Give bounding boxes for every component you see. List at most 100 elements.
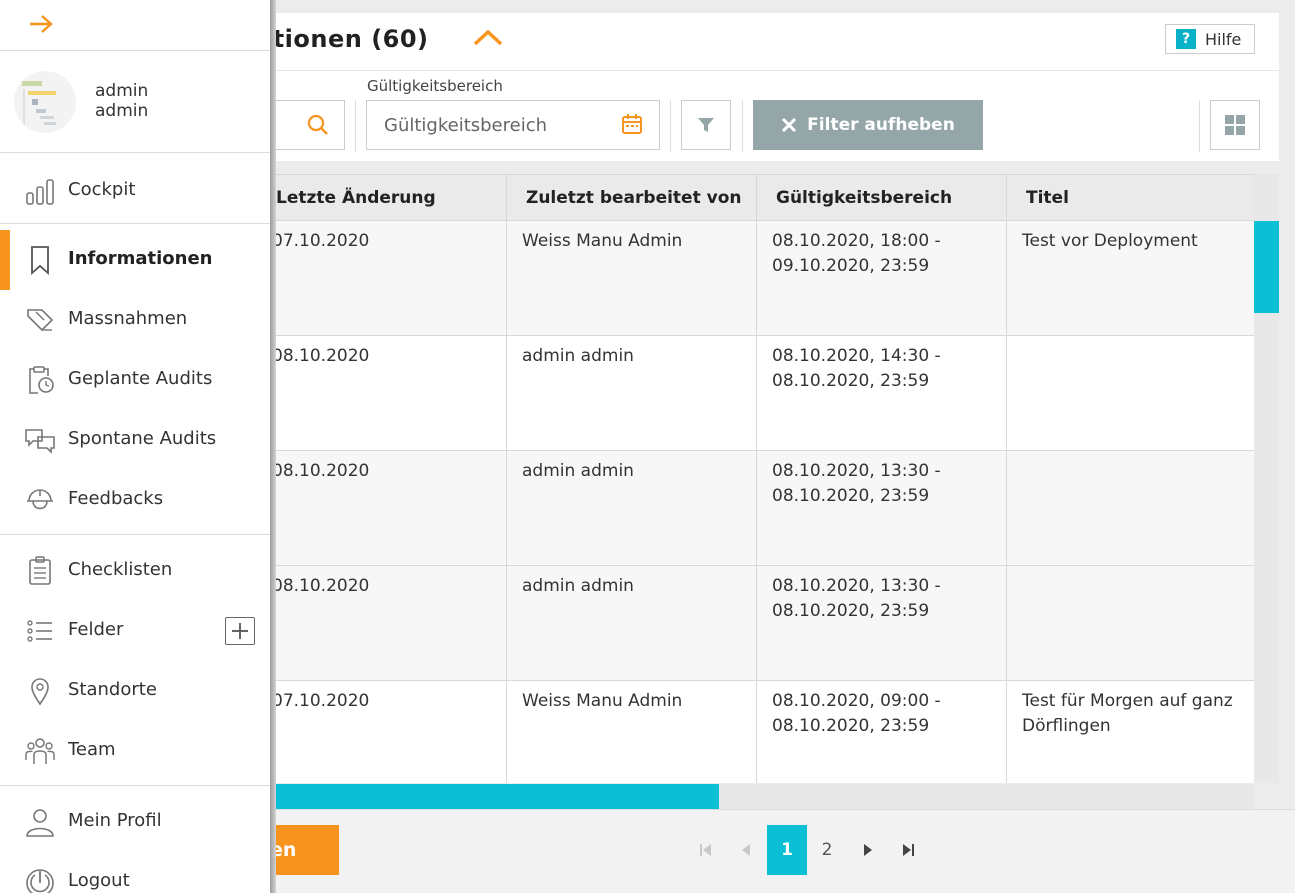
toolbar-divider [355, 100, 356, 152]
sidebar-divider [0, 785, 270, 786]
next-page-icon [864, 844, 872, 856]
help-icon: ? [1176, 29, 1196, 49]
sidebar-item-logout[interactable]: Logout [0, 852, 270, 893]
bookmark-icon [31, 246, 49, 275]
sidebar-item-label: Checklisten [68, 559, 173, 580]
cell-changed: 08.10.2020 [272, 346, 370, 366]
date-filter-label: Gültigkeitsbereich [367, 77, 503, 95]
user-last-name: admin [95, 101, 149, 121]
title-line: Dörflingen [1022, 716, 1111, 736]
first-page-button[interactable] [686, 825, 726, 875]
range-end: 08.10.2020, 23:59 [772, 371, 930, 391]
toolbar-divider [670, 100, 671, 152]
sidebar-item-standorte[interactable]: Standorte [0, 661, 270, 721]
sidebar-item-label: Massnahmen [68, 308, 188, 329]
sidebar-item-label: Geplante Audits [68, 368, 213, 389]
grid-icon [1225, 115, 1245, 135]
sidebar-item-massnahmen[interactable]: Massnahmen [0, 290, 270, 350]
sidebar-item-label: Mein Profil [68, 810, 162, 831]
plus-icon [232, 623, 248, 639]
user-first-name: admin [95, 81, 149, 101]
checklist-icon [29, 556, 51, 585]
cell-range: 08.10.2020, 13:30 - 08.10.2020, 23:59 [772, 459, 941, 509]
calendar-icon[interactable] [621, 113, 643, 135]
last-page-icon [903, 844, 914, 856]
sidebar-item-label: Cockpit [68, 179, 136, 200]
last-page-button[interactable] [888, 825, 928, 875]
power-icon [26, 869, 54, 893]
clear-filter-label: Filter aufheben [807, 115, 955, 135]
sidebar-item-label: Team [68, 739, 116, 760]
range-end: 08.10.2020, 23:59 [772, 601, 930, 621]
sidebar-item-cockpit[interactable]: Cockpit [0, 161, 270, 221]
cell-range: 08.10.2020, 14:30 - 08.10.2020, 23:59 [772, 344, 941, 394]
grid-view-button[interactable] [1210, 100, 1260, 150]
cell-changed: 08.10.2020 [272, 461, 370, 481]
active-indicator [0, 230, 10, 290]
sidebar-item-informationen[interactable]: Informationen [0, 230, 270, 290]
location-pin-icon [31, 678, 49, 706]
cell-range: 08.10.2020, 13:30 - 08.10.2020, 23:59 [772, 574, 941, 624]
sidebar-item-label: Felder [68, 619, 124, 640]
page-title: ationen (60) [256, 25, 429, 53]
cell-changed: 08.10.2020 [272, 576, 370, 596]
help-button[interactable]: ? Hilfe [1165, 24, 1255, 54]
range-start: 08.10.2020, 14:30 - [772, 346, 941, 366]
sidebar-item-mein-profil[interactable]: Mein Profil [0, 792, 270, 852]
sidebar: admin admin Cockpit Informationen Massna… [0, 0, 270, 893]
sidebar-item-geplante-audits[interactable]: Geplante Audits [0, 350, 270, 410]
column-header[interactable]: Letzte Änderung [276, 175, 436, 221]
date-range-placeholder: Gültigkeitsbereich [384, 115, 548, 136]
team-icon [25, 738, 55, 764]
column-divider [506, 174, 507, 783]
range-end: 08.10.2020, 23:59 [772, 716, 930, 736]
range-end: 09.10.2020, 23:59 [772, 256, 930, 276]
vertical-scrollbar-thumb[interactable] [1254, 221, 1279, 313]
sidebar-item-checklisten[interactable]: Checklisten [0, 541, 270, 601]
arrow-right-icon[interactable] [28, 13, 54, 35]
sidebar-item-spontane-audits[interactable]: Spontane Audits [0, 410, 270, 470]
cell-range: 08.10.2020, 09:00 - 08.10.2020, 23:59 [772, 689, 941, 739]
cell-editor: admin admin [522, 461, 634, 481]
search-icon[interactable] [307, 114, 329, 136]
chevron-up-icon[interactable] [472, 28, 504, 48]
column-divider [756, 174, 757, 783]
helmet-icon [27, 489, 53, 510]
sidebar-item-feedbacks[interactable]: Feedbacks [0, 470, 270, 530]
horizontal-scrollbar-thumb[interactable] [260, 784, 719, 809]
sidebar-item-team[interactable]: Team [0, 721, 270, 781]
filter-button[interactable] [681, 100, 731, 150]
add-field-button[interactable] [225, 617, 255, 645]
range-start: 08.10.2020, 13:30 - [772, 461, 941, 481]
funnel-icon [698, 118, 714, 132]
next-page-button[interactable] [848, 825, 888, 875]
sidebar-item-label: Standorte [68, 679, 157, 700]
previous-page-button[interactable] [726, 825, 766, 875]
page-button-2[interactable]: 2 [807, 825, 847, 875]
clear-filter-button[interactable]: Filter aufheben [753, 100, 983, 150]
sidebar-edge-shadow [270, 0, 276, 893]
cell-range: 08.10.2020, 18:00 - 09.10.2020, 23:59 [772, 229, 941, 279]
sidebar-divider [0, 534, 270, 535]
sidebar-item-label: Spontane Audits [68, 428, 217, 449]
bar-chart-icon [26, 179, 54, 205]
clipboard-clock-icon [29, 366, 54, 394]
cell-editor: Weiss Manu Admin [522, 231, 683, 251]
toolbar-divider [742, 100, 743, 152]
chat-bubbles-icon [25, 429, 55, 454]
avatar[interactable] [14, 71, 76, 133]
column-header[interactable]: Zuletzt bearbeitet von [526, 175, 742, 221]
toolbar-divider [1199, 100, 1200, 152]
title-line: Test vor Deployment [1022, 231, 1198, 251]
sidebar-item-label: Informationen [68, 248, 213, 269]
sidebar-item-label: Logout [68, 870, 130, 891]
column-header[interactable]: Titel [1026, 175, 1069, 221]
cell-changed: 07.10.2020 [272, 231, 370, 251]
sidebar-divider [0, 152, 270, 153]
cell-changed: 07.10.2020 [272, 691, 370, 711]
list-icon [27, 620, 52, 642]
page-button-1[interactable]: 1 [767, 825, 807, 875]
user-icon [26, 809, 54, 837]
range-end: 08.10.2020, 23:59 [772, 486, 930, 506]
column-header[interactable]: Gültigkeitsbereich [776, 175, 952, 221]
